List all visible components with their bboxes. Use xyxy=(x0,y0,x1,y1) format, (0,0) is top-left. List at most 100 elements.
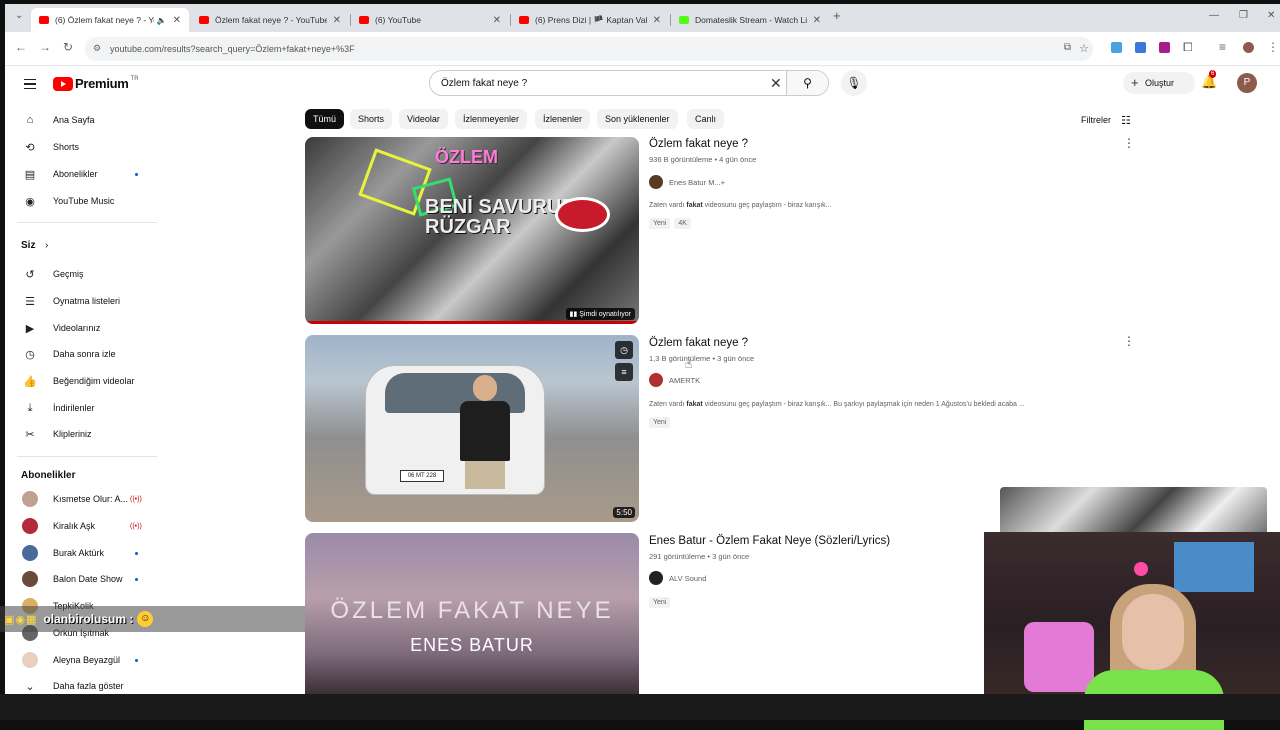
channel-name: Kiralık Aşk xyxy=(53,521,96,531)
close-icon[interactable]: ✕ xyxy=(333,15,341,26)
close-icon[interactable]: ✕ xyxy=(493,15,501,26)
tab-3[interactable]: (6) YouTube ✕ xyxy=(351,8,509,32)
channel-avatar xyxy=(649,373,663,387)
install-icon[interactable]: ⧉ xyxy=(1064,42,1071,53)
chip-shorts[interactable]: Shorts xyxy=(350,109,393,129)
badges: Yeni 4K xyxy=(649,218,695,229)
new-content-dot xyxy=(135,172,138,176)
forward-icon[interactable]: → xyxy=(39,40,51,54)
chat-separator: : xyxy=(126,612,134,626)
description-text: videosunu geç paylaştım - biraz karışık.… xyxy=(702,202,832,209)
add-to-queue-icon[interactable]: ≡ xyxy=(615,363,633,381)
sidebar-item-liked-videos[interactable]: 👍 Beğendiğim videolar xyxy=(5,368,165,394)
thumbnail-text: ÖZLEM xyxy=(435,147,498,167)
channel-link[interactable]: AMERTK xyxy=(649,372,700,388)
chip-watched[interactable]: İzlenenler xyxy=(535,109,591,129)
video-thumbnail[interactable]: ÖZLEM FAKAT NEYE ENES BATUR xyxy=(305,533,639,694)
sidebar-item-label: Geçmiş xyxy=(53,269,84,279)
avatar[interactable]: P xyxy=(1237,73,1257,93)
live-icon: ((•)) xyxy=(130,495,142,503)
plus-icon: + xyxy=(1131,75,1139,90)
chip-unwatched[interactable]: İzlenmeyenler xyxy=(455,109,528,129)
microphone-icon: 🎙 xyxy=(846,76,862,90)
live-icon: ((•)) xyxy=(130,522,142,530)
subscription-item[interactable]: Kısmetse Olur: A... ((•)) xyxy=(5,486,165,512)
new-tab-icon[interactable]: + xyxy=(833,8,841,23)
more-actions-icon[interactable]: ⋮ xyxy=(1123,334,1135,348)
channel-avatar xyxy=(22,652,38,668)
reload-icon[interactable]: ↻ xyxy=(63,40,73,54)
video-thumbnail[interactable]: 06 MT 228 ◷ ≡ 5:50 xyxy=(305,335,639,522)
subscription-item[interactable]: Balon Date Show xyxy=(5,566,165,592)
filters-button[interactable]: Filtreler ☷ xyxy=(1081,115,1131,127)
create-button[interactable]: + Oluştur xyxy=(1123,72,1195,94)
tab-4[interactable]: (6) Prens Dizi | 🏴 Kaptan Vahşi ✕ xyxy=(511,8,669,32)
close-icon[interactable]: ✕ xyxy=(653,15,661,26)
sidebar-item-watch-later[interactable]: ◷ Daha sonra izle xyxy=(5,341,165,367)
extension-icon[interactable] xyxy=(1159,42,1170,53)
chip-all[interactable]: Tümü xyxy=(305,109,345,129)
sidebar-item-youtube-music[interactable]: ◉ YouTube Music xyxy=(5,188,165,214)
youtube-logo[interactable]: Premium TR xyxy=(53,76,139,91)
chip-live[interactable]: Canlı xyxy=(687,109,725,129)
sidebar-item-history[interactable]: ↺ Geçmiş xyxy=(5,261,165,287)
video-title[interactable]: Enes Batur - Özlem Fakat Neye (Sözleri/L… xyxy=(649,535,890,547)
address-bar[interactable]: ⚙ youtube.com/results?search_query=Özlem… xyxy=(85,37,1093,61)
close-icon[interactable]: ✕ xyxy=(813,15,821,26)
sidebar-item-shorts[interactable]: ⟲ Shorts xyxy=(5,134,165,160)
site-info-icon[interactable]: ⚙ xyxy=(93,43,101,54)
video-title[interactable]: Özlem fakat neye ? xyxy=(649,337,748,349)
kebab-menu-icon[interactable]: ⋮ xyxy=(1267,40,1279,54)
sidebar-section-you[interactable]: Siz › xyxy=(5,232,165,258)
channel-link[interactable]: ALV Sound xyxy=(649,570,706,586)
more-actions-icon[interactable]: ⋮ xyxy=(1123,136,1135,150)
tab-1[interactable]: (6) Özlem fakat neye ? - YouTube 🔈 ✕ xyxy=(31,8,189,32)
url-text: youtube.com/results?search_query=Özlem+f… xyxy=(110,44,355,54)
minimize-icon[interactable]: — xyxy=(1209,10,1219,21)
video-thumbnail[interactable]: ÖZLEM BENİ SAVURUR RÜZGAR ▮▮ Şimdi oynat… xyxy=(305,137,639,324)
sidebar-item-home[interactable]: ⌂ Ana Sayfa xyxy=(5,107,165,133)
profile-icon[interactable] xyxy=(1243,42,1254,53)
tab-2[interactable]: Özlem fakat neye ? - YouTube ✕ xyxy=(191,8,349,32)
channel-link[interactable]: Enes Batur M...+ xyxy=(649,174,725,190)
chip-videos[interactable]: Videolar xyxy=(399,109,448,129)
subscription-item[interactable]: Aleyna Beyazgül xyxy=(5,647,165,673)
chat-message: olanbirolusum : xyxy=(43,612,133,626)
home-icon: ⌂ xyxy=(26,114,34,126)
window-close-icon[interactable]: ✕ xyxy=(1267,10,1275,21)
sidebar-item-label: YouTube Music xyxy=(53,196,115,206)
subscription-item[interactable]: Burak Aktürk xyxy=(5,540,165,566)
search-button[interactable]: ⚲ xyxy=(786,71,828,95)
translate-icon[interactable] xyxy=(1135,42,1146,53)
restore-icon[interactable]: ❐ xyxy=(1239,10,1248,21)
back-icon[interactable]: ← xyxy=(15,40,27,54)
search-box[interactable]: Özlem fakat neye ? ✕ ⚲ xyxy=(429,70,829,96)
thumbnail-title: ÖZLEM FAKAT NEYE xyxy=(330,597,614,624)
sidebar-item-downloads[interactable]: ⤓ İndirilenler xyxy=(5,395,165,421)
voice-search-button[interactable]: 🎙 xyxy=(841,70,867,96)
sidebar-item-your-videos[interactable]: ▶ Videolarınız xyxy=(5,315,165,341)
watch-later-icon[interactable]: ◷ xyxy=(615,341,633,359)
puzzle-icon[interactable]: ⧠ xyxy=(1183,40,1193,55)
video-title[interactable]: Özlem fakat neye ? xyxy=(649,138,748,150)
chevron-down-icon: ⌄ xyxy=(25,680,35,693)
show-more-button[interactable]: ⌄ Daha fazla göster xyxy=(5,673,165,694)
hamburger-menu-icon[interactable] xyxy=(24,79,36,89)
sidebar-item-playlists[interactable]: ☰ Oynatma listeleri xyxy=(5,288,165,314)
notifications-button[interactable]: 🔔 6 xyxy=(1201,70,1217,90)
speaker-icon[interactable]: 🔈 xyxy=(157,16,167,25)
menu-lines-icon[interactable]: ≡ xyxy=(1219,40,1226,54)
extension-icon[interactable] xyxy=(1111,42,1122,53)
clear-icon[interactable]: ✕ xyxy=(770,75,782,92)
sidebar-item-subscriptions[interactable]: ▤ Abonelikler xyxy=(5,161,165,187)
subscription-item[interactable]: Kiralık Aşk ((•)) xyxy=(5,513,165,539)
close-icon[interactable]: ✕ xyxy=(173,15,181,26)
sidebar-item-clips[interactable]: ✂ Klipleriniz xyxy=(5,421,165,447)
tab-5[interactable]: Domateslik Stream - Watch Live ✕ xyxy=(671,8,829,32)
tab-search-icon[interactable]: ⌄ xyxy=(15,10,23,21)
badges: Yeni xyxy=(649,417,674,428)
search-input[interactable]: Özlem fakat neye ? xyxy=(441,78,527,89)
person-shorts xyxy=(465,461,505,489)
chip-recently-uploaded[interactable]: Son yüklenenler xyxy=(597,109,678,129)
bookmark-star-icon[interactable]: ☆ xyxy=(1079,42,1089,55)
